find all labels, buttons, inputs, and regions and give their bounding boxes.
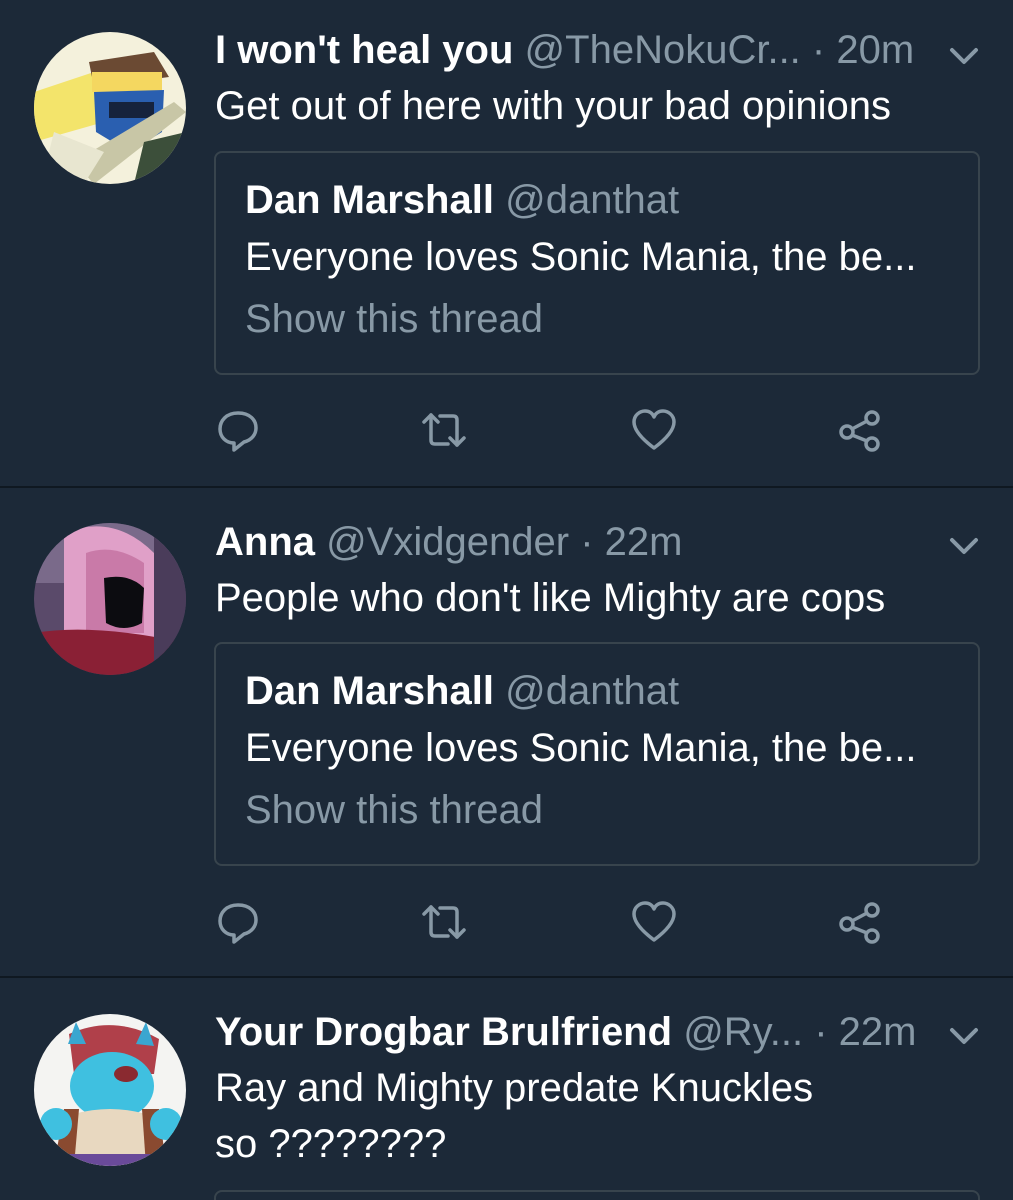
user-handle[interactable]: @TheNokuCr... [525, 28, 801, 72]
tweet-header: Anna @Vxidgender · 22m [215, 514, 682, 570]
tweet-text-line-1: Ray and Mighty predate Knuckles [215, 1066, 814, 1110]
quote-header: Dan Marshall @danthat [245, 175, 679, 225]
avatar-image [34, 32, 186, 184]
quote-header: Dan Marshall @danthat [245, 666, 679, 716]
chevron-down-icon[interactable] [944, 526, 984, 566]
user-handle[interactable]: @Ry... [683, 1010, 803, 1054]
show-thread-link[interactable]: Show this thread [245, 293, 543, 345]
avatar[interactable] [34, 32, 186, 184]
tweet[interactable]: I won't heal you @TheNokuCr... · 20m Get… [0, 0, 1013, 486]
avatar[interactable] [34, 1014, 186, 1166]
quote-display-name: Dan Marshall [245, 178, 494, 222]
tweet[interactable]: Anna @Vxidgender · 22m People who don't … [0, 488, 1013, 976]
show-thread-link[interactable]: Show this thread [245, 784, 543, 836]
display-name[interactable]: I won't heal you [215, 28, 513, 72]
quote-user-handle: @danthat [505, 178, 680, 222]
timestamp[interactable]: · 20m [812, 28, 914, 72]
share-icon[interactable] [830, 892, 890, 952]
avatar[interactable] [34, 523, 186, 675]
reply-icon[interactable] [208, 400, 268, 460]
quote-user-handle: @danthat [505, 669, 680, 713]
quote-text: Everyone loves Sonic Mania, the be... [245, 726, 917, 770]
tweet-header: Your Drogbar Brulfriend @Ry... · 22m [215, 1004, 916, 1060]
tweet-actions [0, 400, 1013, 460]
avatar-image [34, 1014, 186, 1166]
chevron-down-icon[interactable] [944, 36, 984, 76]
timeline: I won't heal you @TheNokuCr... · 20m Get… [0, 0, 1013, 1200]
chevron-down-icon[interactable] [944, 1016, 984, 1056]
retweet-icon[interactable] [414, 400, 474, 460]
reply-icon[interactable] [208, 892, 268, 952]
quoted-tweet[interactable]: Dan Marshall @danthat Everyone loves Son… [214, 151, 980, 375]
share-icon[interactable] [830, 400, 890, 460]
display-name[interactable]: Your Drogbar Brulfriend [215, 1010, 672, 1054]
avatar-image [34, 523, 186, 675]
tweet-text: People who don't like Mighty are cops [215, 576, 886, 620]
tweet[interactable]: Your Drogbar Brulfriend @Ry... · 22m Ray… [0, 978, 1013, 1200]
tweet-text-line-2: so ???????? [215, 1122, 447, 1166]
tweet-actions [0, 892, 1013, 952]
heart-icon[interactable] [624, 892, 684, 952]
user-handle[interactable]: @Vxidgender [326, 520, 569, 564]
tweet-text: Get out of here with your bad opinions [215, 84, 891, 128]
timestamp[interactable]: · 22m [580, 520, 682, 564]
tweet-header: I won't heal you @TheNokuCr... · 20m [215, 22, 914, 78]
quoted-tweet[interactable] [214, 1190, 980, 1200]
display-name[interactable]: Anna [215, 520, 315, 564]
heart-icon[interactable] [624, 400, 684, 460]
timestamp[interactable]: · 22m [814, 1010, 916, 1054]
retweet-icon[interactable] [414, 892, 474, 952]
quoted-tweet[interactable]: Dan Marshall @danthat Everyone loves Son… [214, 642, 980, 866]
quote-text: Everyone loves Sonic Mania, the be... [245, 235, 917, 279]
quote-display-name: Dan Marshall [245, 669, 494, 713]
